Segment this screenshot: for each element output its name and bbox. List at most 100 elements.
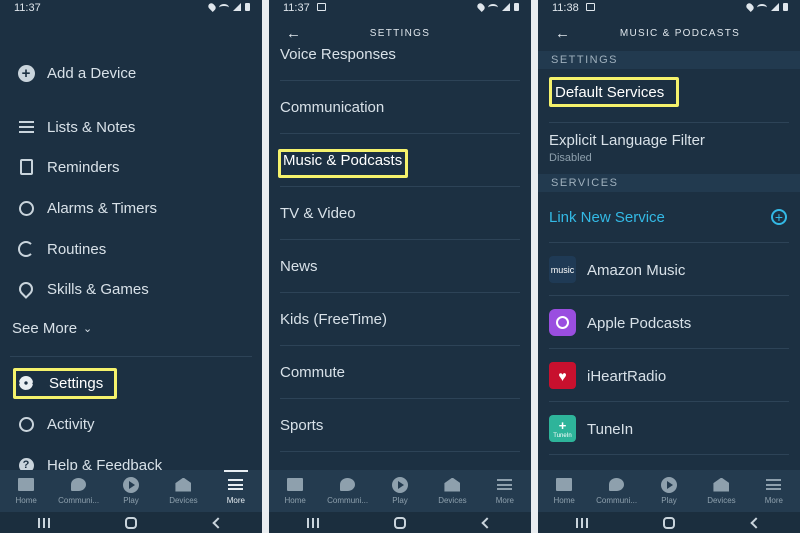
section-header-settings: SETTINGS — [538, 51, 800, 69]
nav-devices[interactable]: Devices — [695, 470, 747, 512]
clipboard-icon — [17, 158, 35, 176]
chat-icon — [339, 476, 357, 493]
location-pin-icon — [16, 279, 36, 299]
battery-icon — [245, 3, 250, 11]
menu-item-reminders[interactable]: Reminders — [0, 150, 262, 184]
history-icon — [17, 415, 35, 433]
nav-communicate[interactable]: Communi... — [52, 470, 104, 512]
alarm-icon — [17, 199, 35, 217]
menu-item-routines[interactable]: Routines — [0, 232, 262, 266]
amazon-music-logo-icon: music — [549, 256, 576, 283]
nav-label: Communi... — [596, 496, 638, 505]
nav-home[interactable]: Home — [269, 470, 321, 512]
add-circle-icon: + — [17, 64, 35, 82]
add-circle-icon[interactable]: + — [771, 209, 787, 225]
bottom-nav: Home Communi... Play Devices More — [269, 470, 531, 512]
row-label: Explicit Language Filter — [549, 132, 705, 149]
nav-play[interactable]: Play — [105, 470, 157, 512]
nav-communicate[interactable]: Communi... — [590, 470, 642, 512]
menu-item-label: Activity — [47, 415, 95, 433]
status-bar: 11:37 — [269, 0, 531, 16]
devices-icon — [174, 476, 192, 493]
nav-more[interactable]: More — [748, 470, 800, 512]
nav-play[interactable]: Play — [643, 470, 695, 512]
system-nav-bar — [538, 512, 800, 533]
section-header-services: SERVICES — [538, 174, 800, 192]
nav-communicate[interactable]: Communi... — [321, 470, 373, 512]
nav-more[interactable]: More — [210, 470, 262, 512]
nav-home[interactable]: Home — [0, 470, 52, 512]
nav-label: More — [495, 496, 514, 505]
nav-devices[interactable]: Devices — [157, 470, 209, 512]
menu-item-alarms-timers[interactable]: Alarms & Timers — [0, 191, 262, 225]
menu-icon — [765, 476, 783, 493]
nav-play[interactable]: Play — [374, 470, 426, 512]
nav-label: Devices — [707, 496, 736, 505]
menu-item-label: Routines — [47, 240, 107, 258]
service-name: Apple Podcasts — [587, 315, 692, 332]
recent-apps-icon[interactable] — [575, 517, 589, 529]
play-icon — [391, 476, 409, 493]
wifi-icon — [757, 3, 767, 11]
menu-item-skills-games[interactable]: Skills & Games — [0, 272, 262, 306]
see-more-button[interactable]: See More ⌄ — [12, 320, 92, 337]
highlight-box-settings — [13, 368, 117, 399]
settings-row-communication[interactable]: Communication — [280, 81, 520, 134]
settings-row-commute[interactable]: Commute — [280, 346, 520, 399]
status-time: 11:37 — [14, 2, 41, 14]
nav-label: Home — [15, 496, 37, 505]
nav-label: Devices — [169, 496, 198, 505]
wifi-icon — [488, 3, 498, 11]
nav-label: More — [226, 496, 245, 505]
home-button-icon[interactable] — [662, 516, 676, 529]
nav-label: Play — [661, 496, 677, 505]
explicit-filter-row[interactable]: Explicit Language Filter Disabled — [549, 123, 789, 173]
menu-icon — [496, 476, 514, 493]
settings-row-kids-freetime[interactable]: Kids (FreeTime) — [280, 293, 520, 346]
highlight-box-default-services — [549, 77, 679, 107]
devices-icon — [712, 476, 730, 493]
service-row-tunein[interactable]: + TuneIn TuneIn — [549, 402, 789, 455]
service-row-amazon-music[interactable]: music Amazon Music — [549, 243, 789, 296]
active-indicator — [223, 470, 248, 472]
signal-icon — [771, 3, 779, 11]
nav-label: Play — [392, 496, 408, 505]
apple-podcasts-logo-icon — [549, 309, 576, 336]
recent-apps-icon[interactable] — [306, 517, 320, 529]
settings-row-sports[interactable]: Sports — [280, 399, 520, 452]
home-icon — [555, 476, 573, 493]
divider — [10, 356, 252, 357]
recent-apps-icon[interactable] — [37, 517, 51, 529]
header: ← MUSIC & PODCASTS — [538, 16, 800, 52]
menu-item-activity[interactable]: Activity — [0, 407, 262, 441]
nav-devices[interactable]: Devices — [426, 470, 478, 512]
home-button-icon[interactable] — [393, 516, 407, 529]
highlight-box-music-podcasts — [278, 149, 408, 178]
menu-item-add-device[interactable]: + Add a Device — [0, 56, 262, 90]
menu-item-lists-notes[interactable]: Lists & Notes — [0, 110, 262, 144]
back-button-icon[interactable] — [480, 516, 494, 529]
back-button-icon[interactable] — [211, 516, 225, 529]
status-icons — [745, 2, 788, 12]
battery-icon — [514, 3, 519, 11]
wifi-icon — [219, 3, 229, 11]
link-new-service-row[interactable]: Link New Service + — [549, 192, 789, 243]
menu-item-label: Reminders — [47, 158, 120, 176]
settings-row-voice-responses[interactable]: Voice Responses — [280, 28, 520, 81]
nav-home[interactable]: Home — [538, 470, 590, 512]
image-notification-icon — [317, 3, 326, 11]
row-label: Kids (FreeTime) — [280, 311, 387, 328]
service-row-apple-podcasts[interactable]: Apple Podcasts — [549, 296, 789, 349]
home-button-icon[interactable] — [124, 516, 138, 529]
signal-icon — [233, 3, 241, 11]
more-menu-screen: 11:37 + Add a Device Lists & Notes Remin… — [0, 0, 262, 533]
chat-icon — [608, 476, 626, 493]
settings-row-tv-video[interactable]: TV & Video — [280, 187, 520, 240]
page-title: MUSIC & PODCASTS — [619, 28, 741, 39]
settings-row-news[interactable]: News — [280, 240, 520, 293]
service-row-iheartradio[interactable]: ♥ iHeartRadio — [549, 349, 789, 402]
system-nav-bar — [0, 512, 262, 533]
back-button-icon[interactable] — [749, 516, 763, 529]
nav-more[interactable]: More — [479, 470, 531, 512]
nav-label: Home — [553, 496, 575, 505]
